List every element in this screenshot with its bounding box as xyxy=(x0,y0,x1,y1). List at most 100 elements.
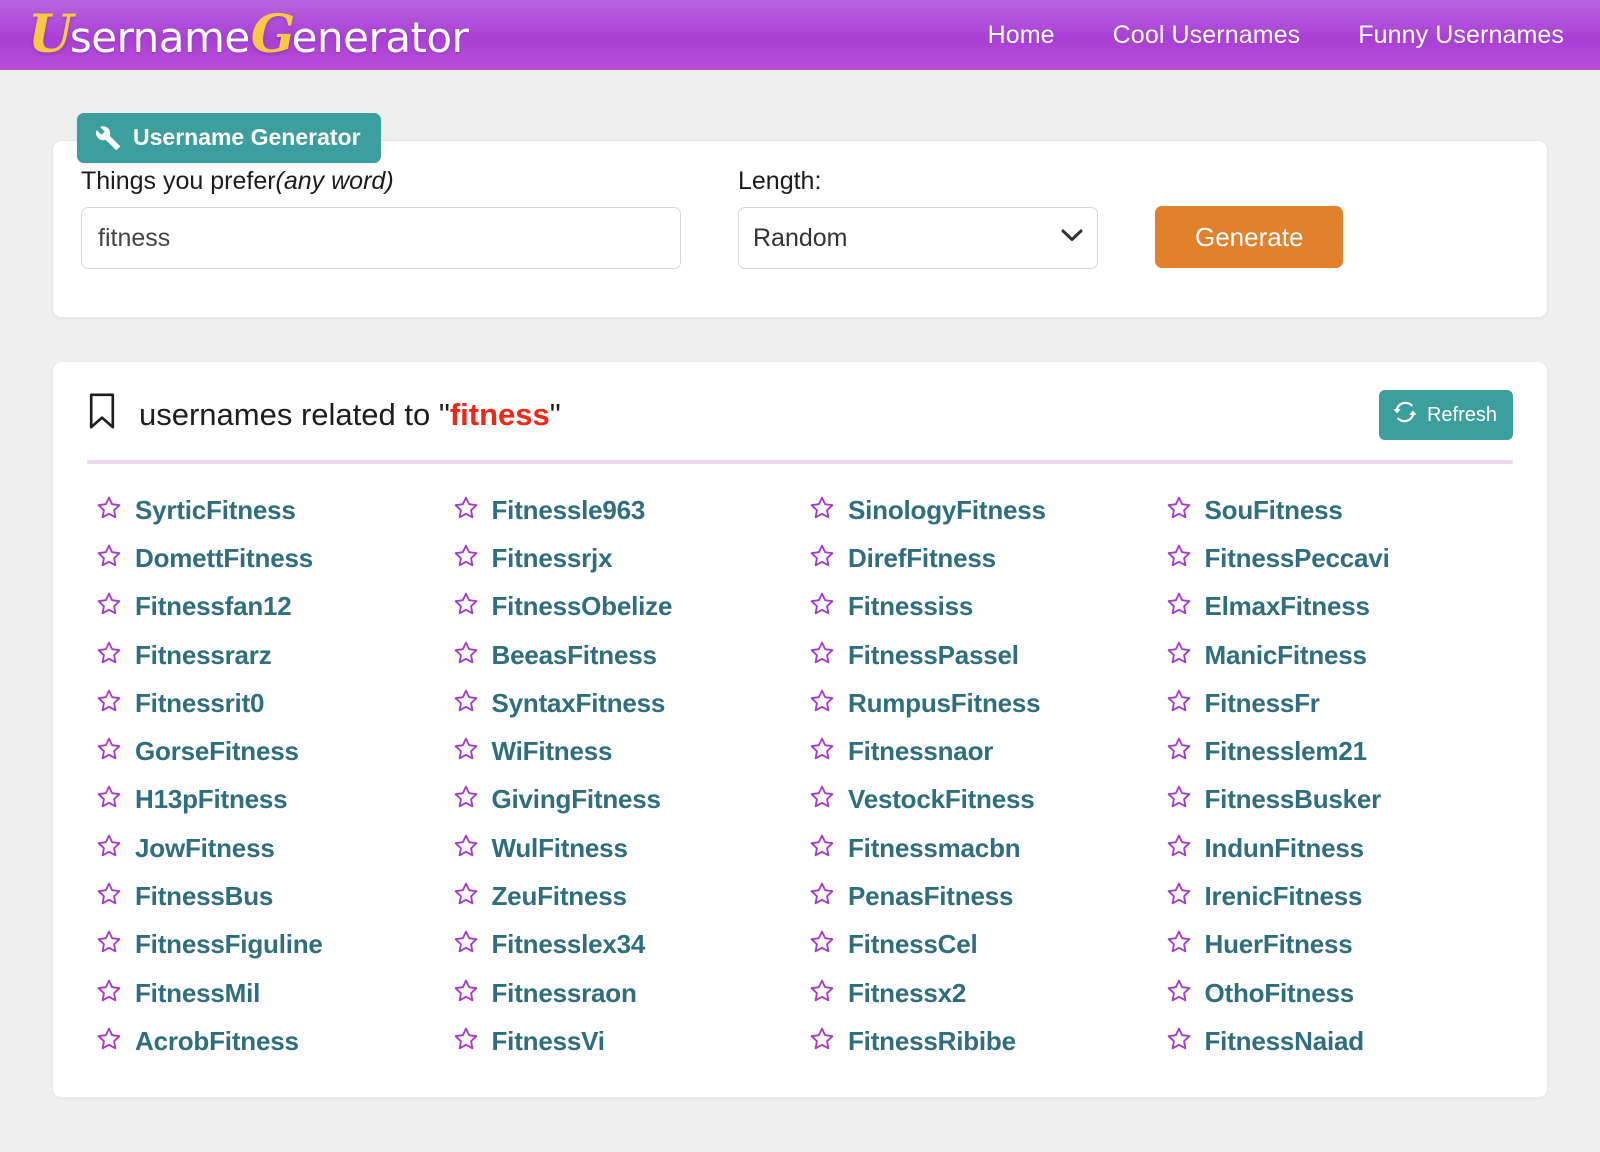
username-item[interactable]: AcrobFitness xyxy=(87,1017,444,1065)
username-item[interactable]: IrenicFitness xyxy=(1157,872,1514,920)
username-item[interactable]: Fitnessrarz xyxy=(87,631,444,679)
star-outline-icon[interactable] xyxy=(809,591,835,622)
username-item[interactable]: Fitnessfan12 xyxy=(87,583,444,631)
nav-item-home[interactable]: Home xyxy=(988,21,1055,50)
star-outline-icon[interactable] xyxy=(96,736,122,767)
star-outline-icon[interactable] xyxy=(453,543,479,574)
username-item[interactable]: FitnessCel xyxy=(800,921,1157,969)
username-item[interactable]: H13pFitness xyxy=(87,776,444,824)
username-item[interactable]: FitnessObelize xyxy=(444,583,801,631)
username-item[interactable]: Fitnessrjx xyxy=(444,534,801,582)
username-item[interactable]: FitnessPeccavi xyxy=(1157,534,1514,582)
username-item[interactable]: FitnessFr xyxy=(1157,679,1514,727)
username-item[interactable]: RumpusFitness xyxy=(800,679,1157,727)
username-item[interactable]: Fitnessx2 xyxy=(800,969,1157,1017)
star-outline-icon[interactable] xyxy=(453,978,479,1009)
username-item[interactable]: Fitnessle963 xyxy=(444,486,801,534)
star-outline-icon[interactable] xyxy=(453,495,479,526)
star-outline-icon[interactable] xyxy=(809,495,835,526)
star-outline-icon[interactable] xyxy=(453,688,479,719)
star-outline-icon[interactable] xyxy=(96,881,122,912)
star-outline-icon[interactable] xyxy=(96,784,122,815)
username-item[interactable]: FitnessPassel xyxy=(800,631,1157,679)
star-outline-icon[interactable] xyxy=(96,640,122,671)
star-outline-icon[interactable] xyxy=(96,978,122,1009)
username-item[interactable]: Fitnessrit0 xyxy=(87,679,444,727)
generate-button[interactable]: Generate xyxy=(1155,206,1343,268)
star-outline-icon[interactable] xyxy=(453,784,479,815)
nav-item-cool-usernames[interactable]: Cool Usernames xyxy=(1113,21,1301,50)
star-outline-icon[interactable] xyxy=(453,929,479,960)
star-outline-icon[interactable] xyxy=(96,833,122,864)
username-item[interactable]: SouFitness xyxy=(1157,486,1514,534)
star-outline-icon[interactable] xyxy=(809,1026,835,1057)
site-logo[interactable]: UsernameGenerator xyxy=(28,12,468,59)
username-item[interactable]: FitnessNaiad xyxy=(1157,1017,1514,1065)
star-outline-icon[interactable] xyxy=(1166,978,1192,1009)
star-outline-icon[interactable] xyxy=(809,543,835,574)
nav-item-funny-usernames[interactable]: Funny Usernames xyxy=(1358,21,1564,50)
star-outline-icon[interactable] xyxy=(809,833,835,864)
star-outline-icon[interactable] xyxy=(96,1026,122,1057)
star-outline-icon[interactable] xyxy=(1166,495,1192,526)
username-item[interactable]: IndunFitness xyxy=(1157,824,1514,872)
username-item[interactable]: HuerFitness xyxy=(1157,921,1514,969)
star-outline-icon[interactable] xyxy=(96,929,122,960)
username-item[interactable]: FitnessVi xyxy=(444,1017,801,1065)
star-outline-icon[interactable] xyxy=(1166,833,1192,864)
username-item[interactable]: SinologyFitness xyxy=(800,486,1157,534)
star-outline-icon[interactable] xyxy=(96,591,122,622)
username-item[interactable]: SyntaxFitness xyxy=(444,679,801,727)
star-outline-icon[interactable] xyxy=(1166,929,1192,960)
username-item[interactable]: Fitnesslex34 xyxy=(444,921,801,969)
star-outline-icon[interactable] xyxy=(1166,881,1192,912)
username-item[interactable]: PenasFitness xyxy=(800,872,1157,920)
star-outline-icon[interactable] xyxy=(96,543,122,574)
username-item[interactable]: FitnessRibibe xyxy=(800,1017,1157,1065)
star-outline-icon[interactable] xyxy=(809,881,835,912)
username-item[interactable]: GorseFitness xyxy=(87,727,444,775)
star-outline-icon[interactable] xyxy=(453,881,479,912)
username-item[interactable]: Fitnessiss xyxy=(800,583,1157,631)
length-select[interactable] xyxy=(738,207,1098,269)
star-outline-icon[interactable] xyxy=(1166,784,1192,815)
username-item[interactable]: FitnessFiguline xyxy=(87,921,444,969)
username-item[interactable]: ZeuFitness xyxy=(444,872,801,920)
star-outline-icon[interactable] xyxy=(453,591,479,622)
username-item[interactable]: GivingFitness xyxy=(444,776,801,824)
star-outline-icon[interactable] xyxy=(1166,640,1192,671)
username-item[interactable]: Fitnessraon xyxy=(444,969,801,1017)
star-outline-icon[interactable] xyxy=(809,736,835,767)
username-item[interactable]: BeeasFitness xyxy=(444,631,801,679)
username-item[interactable]: SyrticFitness xyxy=(87,486,444,534)
keyword-input[interactable] xyxy=(81,207,681,269)
username-item[interactable]: FitnessBusker xyxy=(1157,776,1514,824)
username-item[interactable]: Fitnesslem21 xyxy=(1157,727,1514,775)
username-item[interactable]: WulFitness xyxy=(444,824,801,872)
star-outline-icon[interactable] xyxy=(1166,591,1192,622)
star-outline-icon[interactable] xyxy=(96,688,122,719)
username-item[interactable]: VestockFitness xyxy=(800,776,1157,824)
star-outline-icon[interactable] xyxy=(453,736,479,767)
username-item[interactable]: JowFitness xyxy=(87,824,444,872)
star-outline-icon[interactable] xyxy=(809,688,835,719)
star-outline-icon[interactable] xyxy=(1166,688,1192,719)
username-item[interactable]: ManicFitness xyxy=(1157,631,1514,679)
username-item[interactable]: FitnessBus xyxy=(87,872,444,920)
username-item[interactable]: FitnessMil xyxy=(87,969,444,1017)
star-outline-icon[interactable] xyxy=(809,929,835,960)
star-outline-icon[interactable] xyxy=(1166,1026,1192,1057)
username-item[interactable]: OthoFitness xyxy=(1157,969,1514,1017)
star-outline-icon[interactable] xyxy=(809,640,835,671)
username-item[interactable]: Fitnessmacbn xyxy=(800,824,1157,872)
star-outline-icon[interactable] xyxy=(809,784,835,815)
username-item[interactable]: WiFitness xyxy=(444,727,801,775)
star-outline-icon[interactable] xyxy=(453,1026,479,1057)
star-outline-icon[interactable] xyxy=(96,495,122,526)
refresh-button[interactable]: Refresh xyxy=(1379,390,1513,440)
username-item[interactable]: DirefFitness xyxy=(800,534,1157,582)
star-outline-icon[interactable] xyxy=(809,978,835,1009)
star-outline-icon[interactable] xyxy=(453,833,479,864)
username-item[interactable]: Fitnessnaor xyxy=(800,727,1157,775)
username-item[interactable]: ElmaxFitness xyxy=(1157,583,1514,631)
